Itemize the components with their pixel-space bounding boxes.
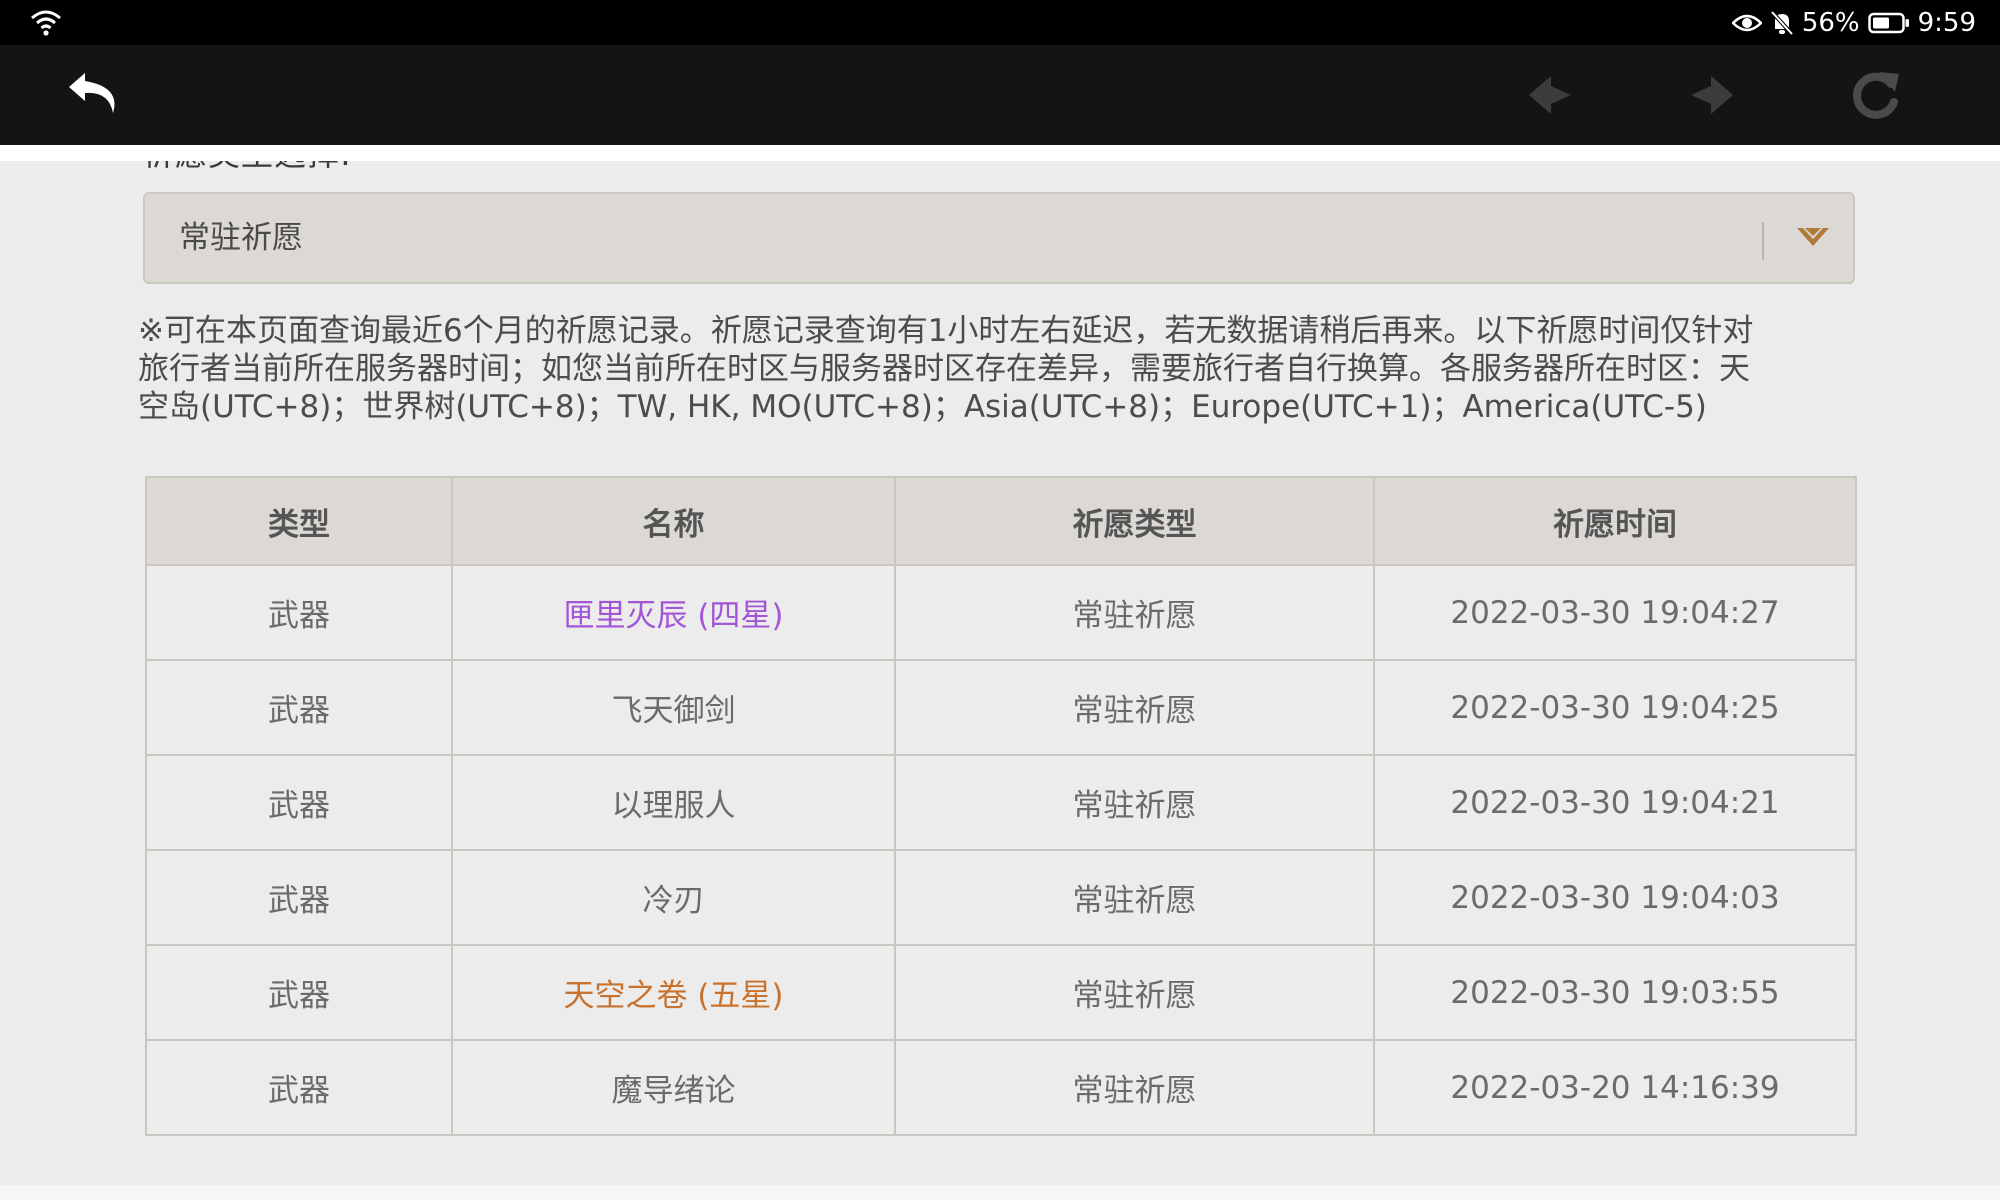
cell-type: 武器 bbox=[145, 849, 453, 946]
back-button[interactable] bbox=[55, 45, 135, 145]
cell-wish-type: 常驻祈愿 bbox=[894, 944, 1375, 1041]
table-header-row: 类型 名称 祈愿类型 祈愿时间 bbox=[145, 476, 1857, 566]
cell-name: 飞天御剑 bbox=[451, 659, 896, 756]
cell-wish-type: 常驻祈愿 bbox=[894, 754, 1375, 851]
table-row: 武器 天空之卷 (五星) 常驻祈愿 2022-03-30 19:03:55 bbox=[145, 944, 1857, 1041]
cell-type: 武器 bbox=[145, 659, 453, 756]
prev-arrow-icon bbox=[1529, 76, 1571, 114]
cell-time: 2022-03-30 19:04:27 bbox=[1373, 564, 1857, 661]
cell-type: 武器 bbox=[145, 944, 453, 1041]
table-row: 武器 魔导绪论 常驻祈愿 2022-03-20 14:16:39 bbox=[145, 1039, 1857, 1136]
back-arrow-icon bbox=[69, 73, 115, 113]
cell-wish-type: 常驻祈愿 bbox=[894, 1039, 1375, 1136]
notice-line: ※可在本页面查询最近6个月的祈愿记录。祈愿记录查询有1小时左右延迟，若无数据请稍… bbox=[138, 313, 1754, 349]
cell-time: 2022-03-30 19:03:55 bbox=[1373, 944, 1857, 1041]
header-wish-type: 祈愿类型 bbox=[894, 476, 1375, 566]
battery-percent: 56% bbox=[1801, 7, 1860, 38]
select-divider bbox=[1762, 222, 1764, 260]
cell-type: 武器 bbox=[145, 754, 453, 851]
page-bottom-edge bbox=[0, 1185, 2000, 1200]
page-top-strip bbox=[0, 145, 2000, 161]
status-time: 9:59 bbox=[1917, 7, 1976, 38]
next-button[interactable] bbox=[1672, 45, 1752, 145]
cell-name: 魔导绪论 bbox=[451, 1039, 896, 1136]
cell-wish-type: 常驻祈愿 bbox=[894, 564, 1375, 661]
table-row: 武器 匣里灭辰 (四星) 常驻祈愿 2022-03-30 19:04:27 bbox=[145, 564, 1857, 661]
wish-type-select-value: 常驻祈愿 bbox=[179, 220, 303, 256]
cell-name: 以理服人 bbox=[451, 754, 896, 851]
table-row: 武器 冷刃 常驻祈愿 2022-03-30 19:04:03 bbox=[145, 849, 1857, 946]
reload-icon bbox=[1853, 72, 1899, 119]
page-content: 祈愿类型选择: 常驻祈愿 ※可在本页面查询最近6个月的祈愿记录。祈愿记录查询有1… bbox=[0, 145, 2000, 1185]
reload-button[interactable] bbox=[1836, 45, 1916, 145]
bell-muted-icon bbox=[1770, 10, 1794, 35]
cell-wish-type: 常驻祈愿 bbox=[894, 849, 1375, 946]
cell-name: 天空之卷 (五星) bbox=[451, 944, 896, 1041]
eye-icon bbox=[1731, 14, 1762, 31]
wish-type-select[interactable]: 常驻祈愿 bbox=[143, 192, 1855, 284]
table-row: 武器 以理服人 常驻祈愿 2022-03-30 19:04:21 bbox=[145, 754, 1857, 851]
wish-history-table: 类型 名称 祈愿类型 祈愿时间 武器 匣里灭辰 (四星) 常驻祈愿 2022-0… bbox=[145, 476, 1857, 1136]
cell-time: 2022-03-30 19:04:21 bbox=[1373, 754, 1857, 851]
battery-icon bbox=[1867, 12, 1909, 33]
cell-time: 2022-03-20 14:16:39 bbox=[1373, 1039, 1857, 1136]
cell-type: 武器 bbox=[145, 1039, 453, 1136]
cell-wish-type: 常驻祈愿 bbox=[894, 659, 1375, 756]
notice-line: 空岛(UTC+8)；世界树(UTC+8)；TW, HK, MO(UTC+8)；A… bbox=[138, 389, 1707, 425]
header-type: 类型 bbox=[145, 476, 453, 566]
cell-name: 冷刃 bbox=[451, 849, 896, 946]
wish-record-notice: ※可在本页面查询最近6个月的祈愿记录。祈愿记录查询有1小时左右延迟，若无数据请稍… bbox=[138, 312, 1868, 426]
prev-button[interactable] bbox=[1510, 45, 1590, 145]
wifi-icon bbox=[31, 10, 61, 36]
status-bar: 56% 9:59 bbox=[0, 0, 2000, 45]
browser-toolbar bbox=[0, 45, 2000, 145]
cell-time: 2022-03-30 19:04:03 bbox=[1373, 849, 1857, 946]
cell-name: 匣里灭辰 (四星) bbox=[451, 564, 896, 661]
cell-type: 武器 bbox=[145, 564, 453, 661]
header-wish-time: 祈愿时间 bbox=[1373, 476, 1857, 566]
chevron-down-icon bbox=[1797, 228, 1829, 246]
header-name: 名称 bbox=[451, 476, 896, 566]
notice-line: 旅行者当前所在服务器时间；如您当前所在时区与服务器时区存在差异，需要旅行者自行换… bbox=[138, 351, 1750, 387]
table-row: 武器 飞天御剑 常驻祈愿 2022-03-30 19:04:25 bbox=[145, 659, 1857, 756]
cell-time: 2022-03-30 19:04:25 bbox=[1373, 659, 1857, 756]
next-arrow-icon bbox=[1691, 76, 1733, 114]
